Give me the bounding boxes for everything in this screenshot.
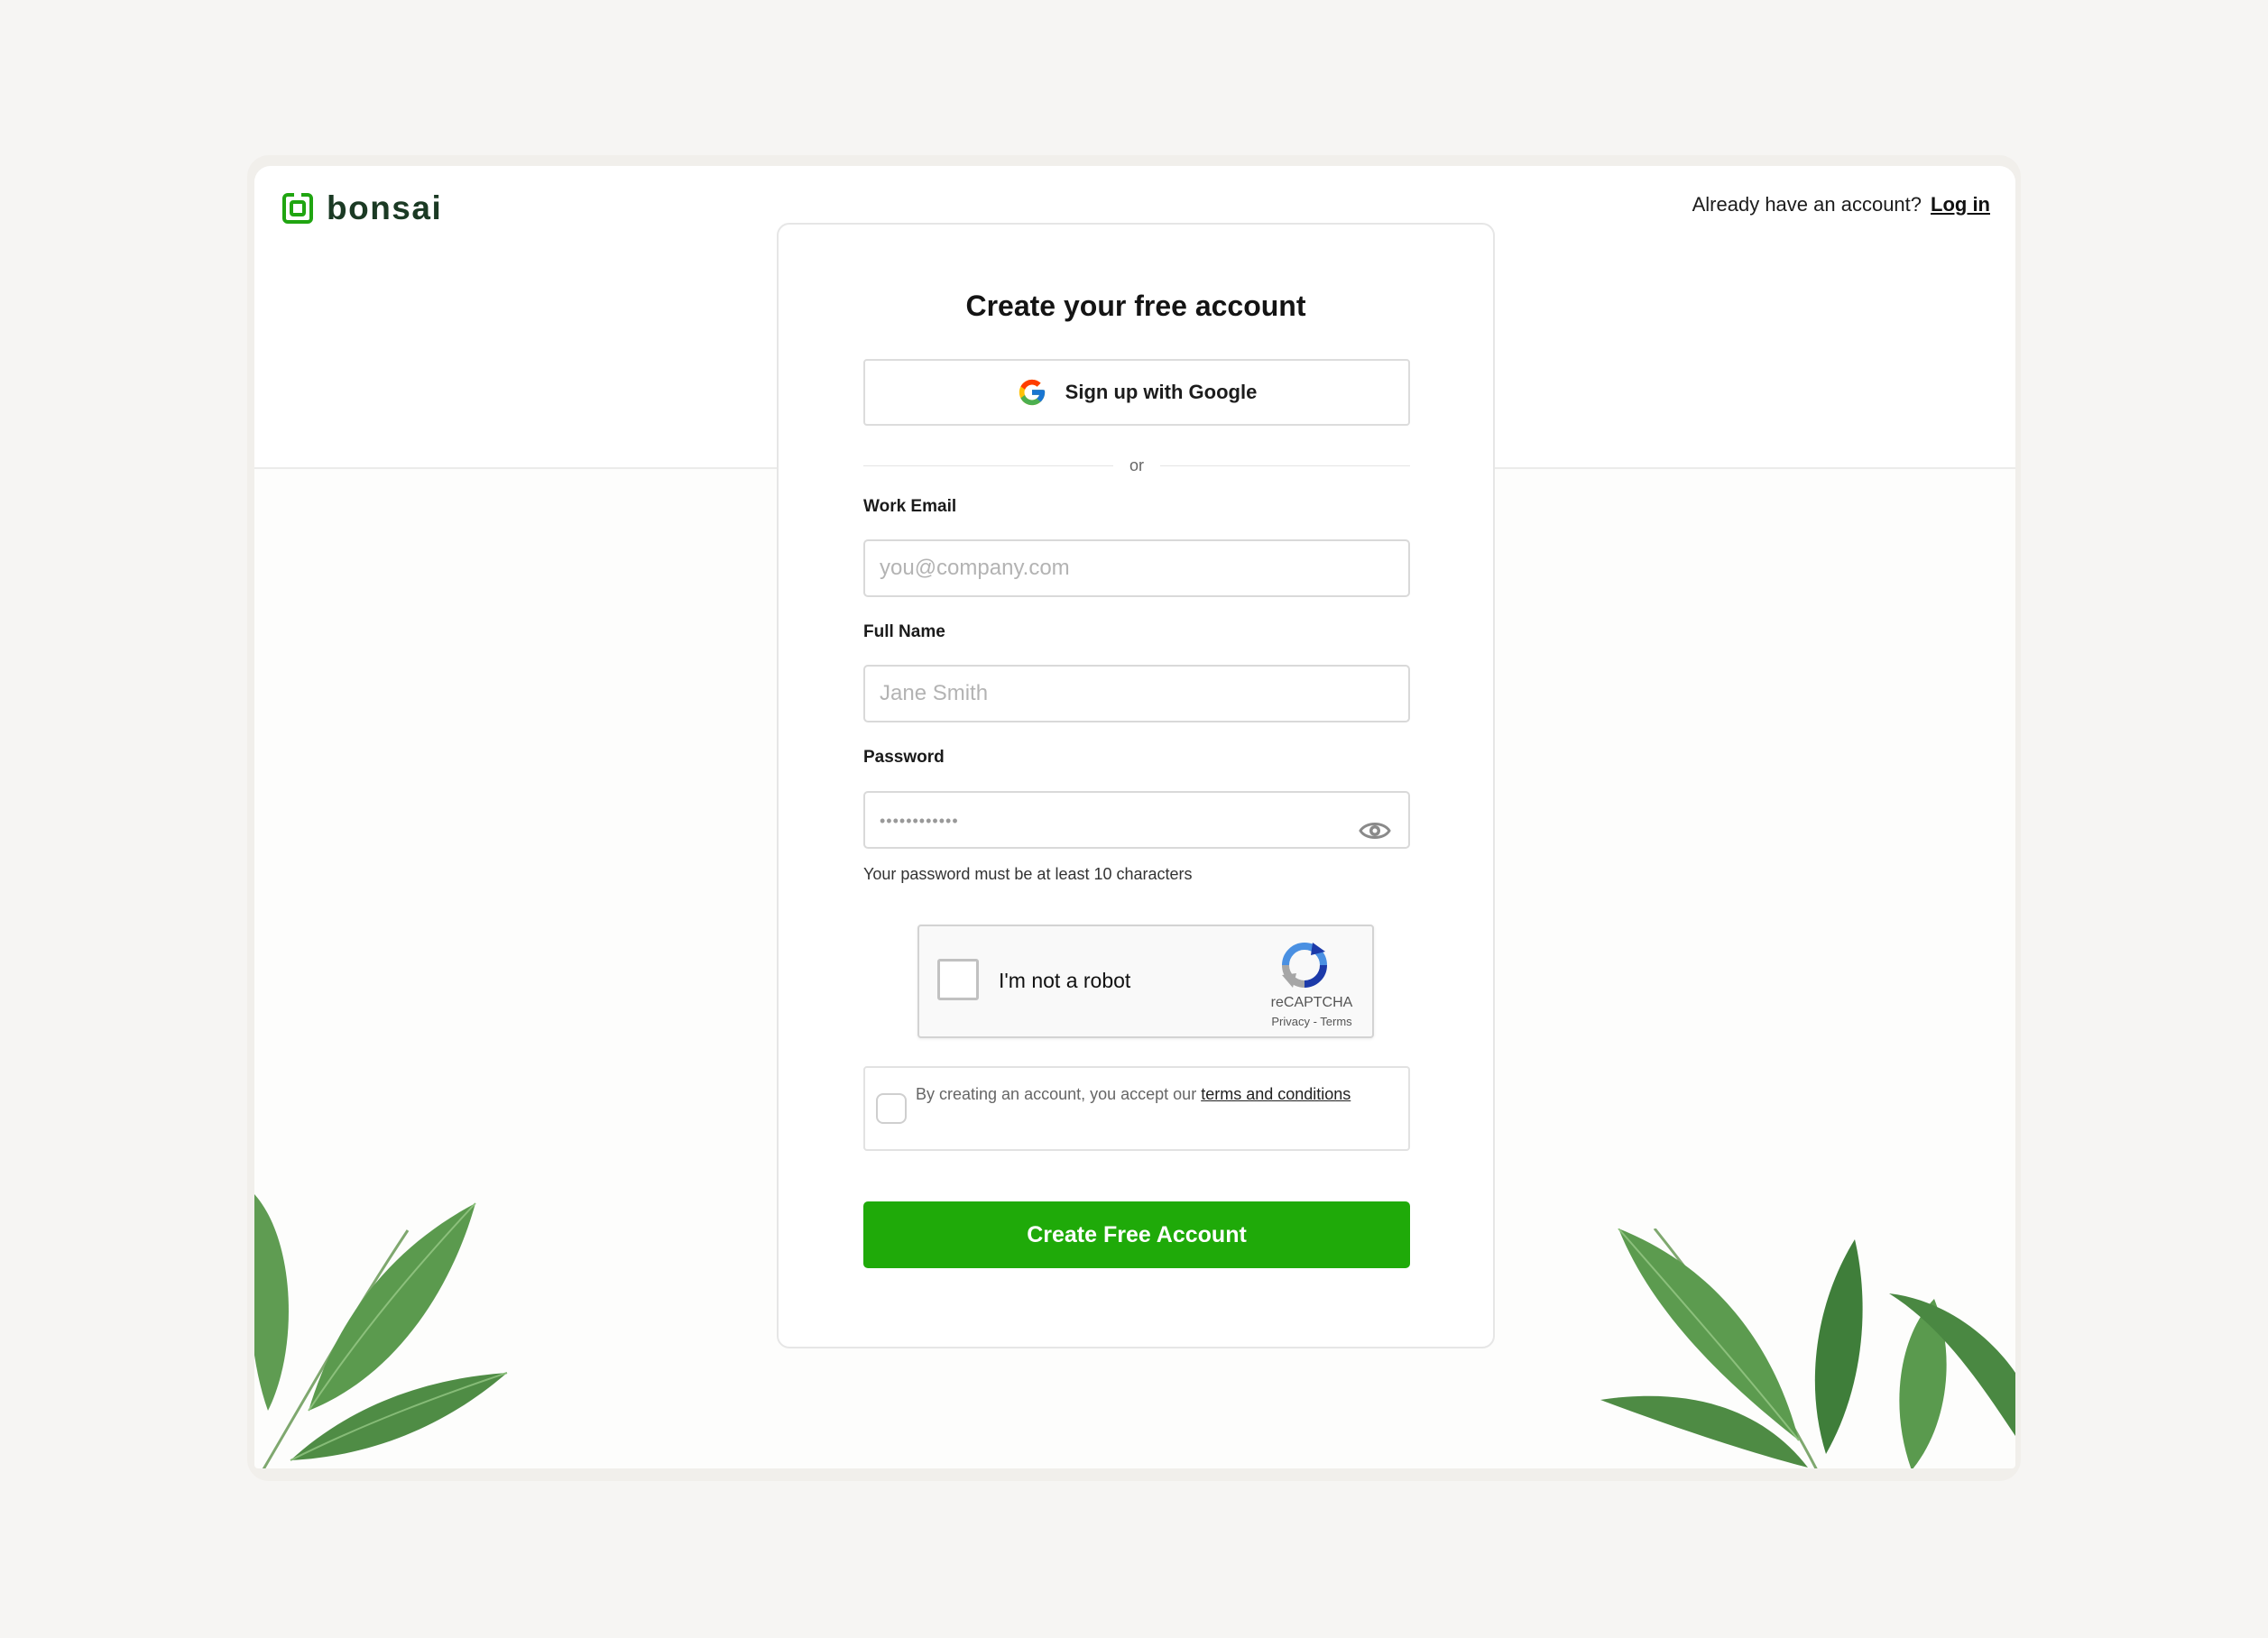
recaptcha-privacy-link[interactable]: Privacy (1271, 1015, 1310, 1028)
leaf-decoration-right (1600, 1228, 2015, 1468)
or-text: or (1129, 456, 1145, 474)
recaptcha-link-separator: - (1309, 1015, 1321, 1028)
google-signup-button[interactable]: Sign up with Google (863, 359, 1410, 426)
divider-line-right (1160, 465, 1411, 466)
password-field[interactable] (863, 791, 1410, 849)
page-title: Create your free account (965, 290, 1306, 322)
bonsai-logo[interactable]: bonsai (281, 189, 442, 227)
email-label: Work Email (863, 497, 957, 516)
login-link[interactable]: Log in (1931, 193, 1990, 216)
divider-line-left (863, 465, 1113, 466)
email-field[interactable] (863, 539, 1410, 597)
signup-card: Create your free account Sign up with Go… (777, 223, 1495, 1348)
recaptcha-terms-link[interactable]: Terms (1320, 1015, 1351, 1028)
google-icon (1019, 379, 1045, 406)
signup-page: bonsai Already have an account? Log in C… (254, 166, 2015, 1468)
recaptcha-label: I'm not a robot (999, 969, 1131, 992)
password-label: Password (863, 748, 945, 767)
full-name-field[interactable] (863, 665, 1410, 722)
leaf-decoration-left (254, 1194, 508, 1468)
full-name-label: Full Name (863, 622, 945, 641)
login-prompt-text: Already have an account? (1692, 193, 1922, 216)
brand-name: bonsai (327, 189, 443, 226)
or-divider: or (863, 452, 1411, 479)
recaptcha-links: Privacy - Terms (1262, 1015, 1361, 1028)
recaptcha-icon (1282, 943, 1327, 988)
recaptcha-brand: reCAPTCHA (1270, 995, 1353, 1010)
password-hint: Your password must be at least 10 charac… (863, 865, 1193, 883)
recaptcha-checkbox[interactable] (937, 959, 979, 1000)
terms-text: By creating an account, you accept our t… (916, 1082, 1385, 1107)
terms-prefix: By creating an account, you accept our (916, 1085, 1202, 1103)
terms-checkbox[interactable] (876, 1093, 907, 1124)
terms-agreement: By creating an account, you accept our t… (863, 1066, 1410, 1151)
terms-link[interactable]: terms and conditions (1201, 1085, 1351, 1103)
google-button-label: Sign up with Google (1065, 381, 1258, 403)
eye-icon[interactable] (1359, 814, 1391, 847)
create-account-button[interactable]: Create Free Account (863, 1201, 1410, 1268)
recaptcha-widget: I'm not a robot reCAPTCHA Privacy - Term… (917, 925, 1374, 1038)
bonsai-logo-icon (282, 192, 313, 224)
login-prompt: Already have an account? Log in (1692, 193, 1990, 216)
